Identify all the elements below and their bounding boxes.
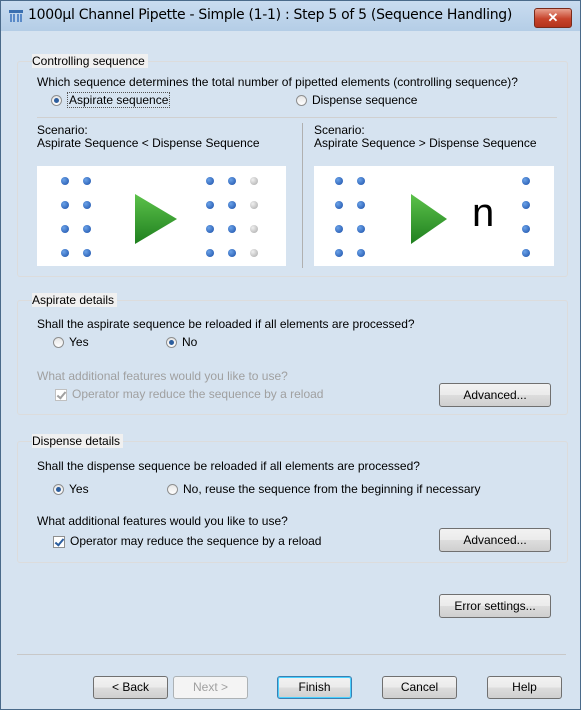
back-button[interactable]: < Back <box>93 676 168 699</box>
close-button[interactable]: ✕ <box>534 8 572 28</box>
well-dot <box>228 201 236 209</box>
well-dot <box>61 177 69 185</box>
title-bar: 1000µl Channel Pipette - Simple (1-1) : … <box>1 1 580 31</box>
radio-indicator <box>167 484 178 496</box>
well-dot <box>206 177 214 185</box>
scenario-left-image <box>37 166 286 266</box>
radio-indicator <box>166 337 177 349</box>
aspirate-yes-radio[interactable]: Yes <box>53 335 89 349</box>
controlling-sequence-title: Controlling sequence <box>32 54 148 68</box>
scenario-divider <box>302 123 303 268</box>
well-dot <box>228 249 236 257</box>
radio-indicator <box>53 484 64 496</box>
dispense-question: Shall the dispense sequence be reloaded … <box>37 459 420 473</box>
aspirate-features-label: What additional features would you like … <box>37 369 288 383</box>
well-dot <box>228 225 236 233</box>
well-dot <box>61 249 69 257</box>
well-dot-empty <box>250 177 258 185</box>
scenario-right-label: Scenario: <box>314 123 365 137</box>
well-dot <box>228 177 236 185</box>
scenario-left-description: Aspirate Sequence < Dispense Sequence <box>37 136 260 150</box>
well-dot <box>335 177 343 185</box>
footer-divider <box>17 654 566 655</box>
scenario-left-label: Scenario: <box>37 123 88 137</box>
scenario-right-description: Aspirate Sequence > Dispense Sequence <box>314 136 537 150</box>
well-dot <box>83 249 91 257</box>
well-dot <box>61 225 69 233</box>
repeat-n-symbol: n <box>472 191 495 235</box>
well-dot <box>335 201 343 209</box>
radio-indicator <box>296 95 307 107</box>
radio-indicator <box>51 95 62 107</box>
well-dot <box>206 225 214 233</box>
well-dot <box>357 225 365 233</box>
well-dot-empty <box>250 201 258 209</box>
checkbox-indicator <box>53 535 65 548</box>
well-dot <box>83 201 91 209</box>
dispense-sequence-radio[interactable]: Dispense sequence <box>296 93 417 107</box>
dispense-no-radio[interactable]: No, reuse the sequence from the beginnin… <box>167 482 481 496</box>
well-dot <box>522 177 530 185</box>
well-dot-empty <box>250 225 258 233</box>
finish-button[interactable]: Finish <box>277 676 352 699</box>
controlling-question: Which sequence determines the total numb… <box>37 75 518 89</box>
dispense-advanced-button[interactable]: Advanced... <box>439 528 551 552</box>
next-button[interactable]: Next > <box>173 676 248 699</box>
well-dot <box>335 225 343 233</box>
aspirate-question: Shall the aspirate sequence be reloaded … <box>37 317 415 331</box>
aspirate-yes-label: Yes <box>69 335 89 349</box>
radio-indicator <box>53 337 64 349</box>
well-dot <box>357 201 365 209</box>
well-dot <box>83 225 91 233</box>
dispense-reduce-label: Operator may reduce the sequence by a re… <box>70 534 322 548</box>
aspirate-reduce-checkbox[interactable]: Operator may reduce the sequence by a re… <box>55 387 323 401</box>
play-arrow-icon <box>135 194 177 244</box>
checkbox-indicator <box>55 388 67 401</box>
dispense-yes-radio[interactable]: Yes <box>53 482 89 496</box>
aspirate-details-title: Aspirate details <box>32 293 118 307</box>
dispense-yes-label: Yes <box>69 482 89 496</box>
divider <box>37 117 557 118</box>
aspirate-sequence-radio[interactable]: Aspirate sequence <box>51 92 171 108</box>
scenario-right-image: n <box>314 166 554 266</box>
error-settings-button[interactable]: Error settings... <box>439 594 551 618</box>
aspirate-sequence-label: Aspirate sequence <box>67 92 171 108</box>
help-button[interactable]: Help <box>487 676 562 699</box>
close-icon: ✕ <box>547 10 559 25</box>
well-dot <box>522 249 530 257</box>
well-dot <box>335 249 343 257</box>
app-icon <box>9 9 23 23</box>
dispense-no-label: No, reuse the sequence from the beginnin… <box>183 482 481 496</box>
play-arrow-icon <box>411 194 447 244</box>
well-dot-empty <box>250 249 258 257</box>
dispense-sequence-label: Dispense sequence <box>312 93 418 107</box>
aspirate-reduce-label: Operator may reduce the sequence by a re… <box>72 387 324 401</box>
window-title: 1000µl Channel Pipette - Simple (1-1) : … <box>28 7 513 23</box>
well-dot <box>83 177 91 185</box>
cancel-button[interactable]: Cancel <box>382 676 457 699</box>
dispense-reduce-checkbox[interactable]: Operator may reduce the sequence by a re… <box>53 534 321 548</box>
dispense-features-label: What additional features would you like … <box>37 514 288 528</box>
well-dot <box>357 177 365 185</box>
aspirate-no-label: No <box>182 335 198 349</box>
aspirate-advanced-button[interactable]: Advanced... <box>439 383 551 407</box>
well-dot <box>357 249 365 257</box>
well-dot <box>522 225 530 233</box>
well-dot <box>61 201 69 209</box>
well-dot <box>206 249 214 257</box>
well-dot <box>522 201 530 209</box>
aspirate-no-radio[interactable]: No <box>166 335 197 349</box>
well-dot <box>206 201 214 209</box>
dispense-details-title: Dispense details <box>32 434 124 448</box>
